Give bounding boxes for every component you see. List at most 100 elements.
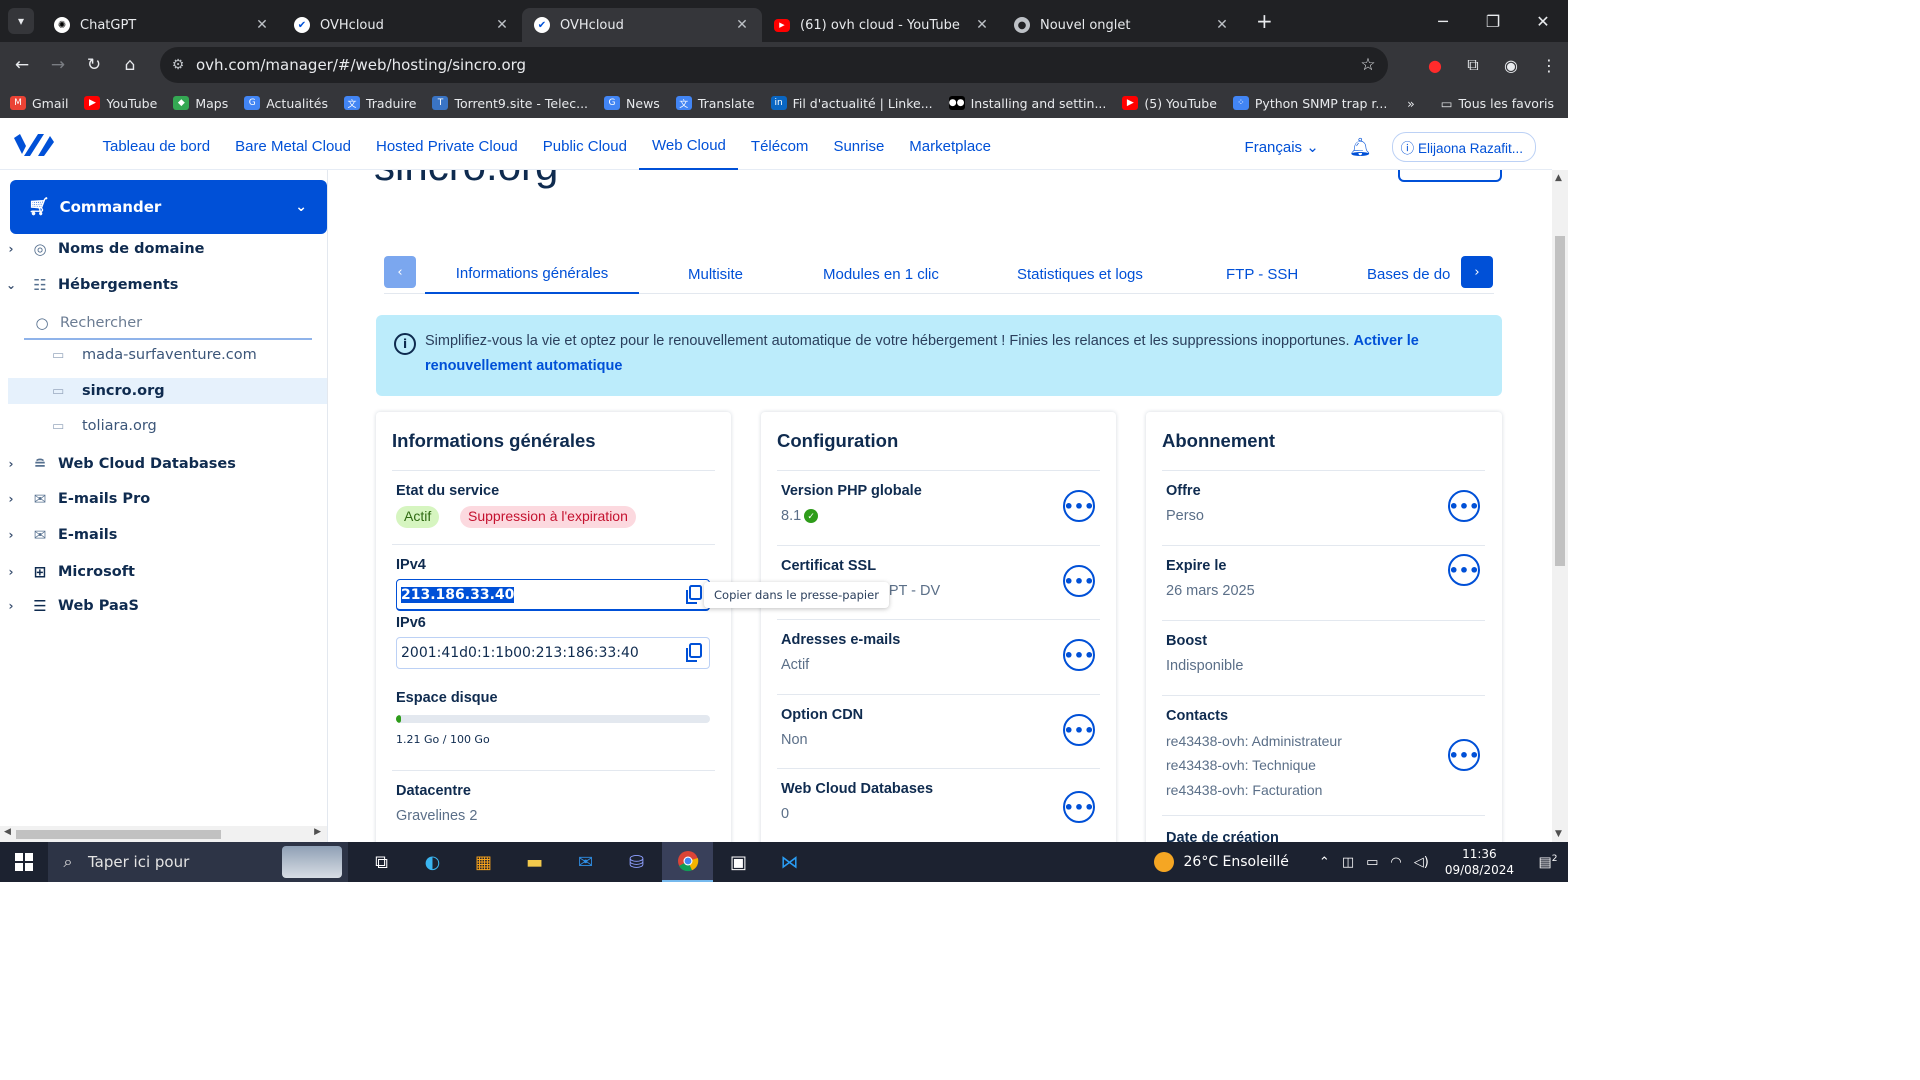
notification-center-icon[interactable]: ▤2 [1528, 854, 1568, 871]
browser-tab[interactable]: ● Nouvel onglet ✕ [1002, 8, 1242, 42]
nav-public-cloud[interactable]: Public Cloud [530, 124, 639, 170]
copy-icon[interactable] [685, 643, 703, 663]
ipv6-field[interactable]: 2001:41d0:1:1b00:213:186:33:40 [396, 637, 710, 669]
browser-tab[interactable]: ✺ ChatGPT ✕ [42, 8, 282, 42]
actions-button[interactable] [1398, 170, 1502, 182]
sidebar-subitem[interactable]: ▭ toliara.org [8, 413, 327, 439]
ssl-actions-button[interactable]: ••• [1063, 565, 1095, 597]
sidebar-item-microsoft[interactable]: › ⊞ Microsoft [0, 557, 327, 587]
home-icon[interactable]: ⌂ [112, 55, 148, 75]
new-tab-button[interactable]: + [1256, 9, 1273, 33]
camera-icon[interactable]: ◫ [1342, 855, 1354, 870]
chevron-right-icon[interactable]: » [1407, 96, 1415, 111]
bookmark[interactable]: in Fil d'actualité | Linke... [770, 96, 933, 111]
user-menu-button[interactable]: ⓘ Elijaona Razafit... [1391, 132, 1536, 162]
databases-actions-button[interactable]: ••• [1063, 791, 1095, 823]
sidebar-item-databases[interactable]: › ≘ Web Cloud Databases [0, 449, 327, 479]
sidebar-item-web-paas[interactable]: › ☰ Web PaaS [0, 591, 327, 621]
nav-marketplace[interactable]: Marketplace [897, 124, 1004, 170]
cdn-actions-button[interactable]: ••• [1063, 714, 1095, 746]
browser-tab[interactable]: ✔ OVHcloud ✕ [282, 8, 522, 42]
extension-icon[interactable]: ● [1416, 56, 1454, 75]
tab-modules[interactable]: Modules en 1 clic [823, 254, 939, 294]
file-explorer-icon[interactable]: ▬ [509, 842, 560, 882]
minimize-icon[interactable]: ─ [1418, 12, 1468, 31]
offer-actions-button[interactable]: ••• [1448, 490, 1480, 522]
bookmark[interactable]: 文 Translate [675, 96, 755, 111]
sidebar-item-emails-pro[interactable]: › ✉ E-mails Pro [0, 484, 327, 514]
nav-web-cloud[interactable]: Web Cloud [639, 124, 739, 170]
back-icon[interactable]: ← [4, 55, 40, 75]
reload-icon[interactable]: ↻ [76, 55, 112, 75]
close-window-icon[interactable]: ✕ [1518, 12, 1568, 31]
sidebar-item-emails[interactable]: › ✉ E-mails [0, 520, 327, 550]
tab-statistics-logs[interactable]: Statistiques et logs [1017, 254, 1143, 294]
bookmark[interactable]: ◆ Maps [173, 96, 228, 111]
vscode-icon[interactable]: ⋈ [764, 842, 815, 882]
browser-tab-active[interactable]: ✔ OVHcloud ✕ [522, 8, 762, 42]
tabs-scroll-right-button[interactable]: › [1461, 256, 1493, 288]
tab-ftp-ssh[interactable]: FTP - SSH [1226, 254, 1298, 294]
scrollbar-thumb[interactable] [16, 830, 221, 839]
restore-icon[interactable]: ❐ [1468, 12, 1518, 31]
tabs-scroll-left-button[interactable]: ‹ [384, 256, 416, 288]
close-icon[interactable]: ✕ [734, 17, 750, 33]
nav-telecom[interactable]: Télécom [738, 124, 821, 170]
bookmark[interactable]: ▶ (5) YouTube [1122, 96, 1217, 111]
nav-bare-metal-cloud[interactable]: Bare Metal Cloud [223, 124, 364, 170]
network-app-icon[interactable]: ⛁ [611, 842, 662, 882]
browser-tab[interactable]: ▶ (61) ovh cloud - YouTube ✕ [762, 8, 1002, 42]
bookmark[interactable]: M Gmail [10, 96, 68, 111]
copy-icon[interactable] [685, 585, 703, 605]
bookmark[interactable]: T Torrent9.site - Telec... [432, 96, 588, 111]
all-bookmarks-link[interactable]: Tous les favoris [1459, 96, 1554, 111]
tab-general-info[interactable]: Informations générales [425, 254, 639, 294]
task-view-icon[interactable]: ⧉ [356, 842, 407, 882]
php-actions-button[interactable]: ••• [1063, 490, 1095, 522]
sidebar-search-input[interactable]: ○ Rechercher [24, 308, 312, 340]
profile-avatar[interactable]: ◉ [1492, 56, 1530, 75]
emails-actions-button[interactable]: ••• [1063, 639, 1095, 671]
store-icon[interactable]: ▦ [458, 842, 509, 882]
terminal-icon[interactable]: ▣ [713, 842, 764, 882]
kebab-menu-icon[interactable]: ⋮ [1530, 56, 1568, 75]
scroll-up-icon[interactable]: ▲ [1555, 173, 1562, 183]
sidebar-subitem[interactable]: ▭ mada-surfaventure.com [8, 342, 327, 368]
volume-icon[interactable]: ◁) [1414, 855, 1429, 870]
ipv4-value[interactable]: 213.186.33.40 [401, 586, 515, 603]
close-icon[interactable]: ✕ [1214, 17, 1230, 33]
edge-icon[interactable]: ◐ [407, 842, 458, 882]
sidebar-item-domains[interactable]: › ◎ Noms de domaine [0, 234, 327, 264]
nav-dashboard[interactable]: Tableau de bord [90, 124, 223, 170]
bookmark[interactable]: ▶ YouTube [84, 96, 157, 111]
scrollbar-thumb[interactable] [1555, 236, 1565, 566]
bookmark[interactable]: G Actualités [244, 96, 328, 111]
ipv6-value[interactable]: 2001:41d0:1:1b00:213:186:33:40 [401, 645, 639, 661]
start-button[interactable] [0, 853, 48, 871]
order-button[interactable]: 🛒︎ Commander ⌄ [10, 180, 327, 234]
weather-text[interactable]: 26°C Ensoleillé [1184, 854, 1289, 870]
url-text[interactable]: ovh.com/manager/#/web/hosting/sincro.org [196, 56, 1348, 74]
ipv4-field[interactable]: 213.186.33.40 [396, 579, 710, 611]
tab-search-button[interactable]: ▾ [8, 8, 34, 34]
expiry-actions-button[interactable]: ••• [1448, 554, 1480, 586]
chrome-taskbar-icon[interactable] [662, 842, 713, 882]
wifi-icon[interactable]: ◠ [1390, 855, 1401, 870]
tab-multisite[interactable]: Multisite [688, 254, 743, 294]
language-selector[interactable]: Français ⌄ [1245, 138, 1319, 156]
contacts-actions-button[interactable]: ••• [1448, 739, 1480, 771]
clock[interactable]: 11:36 09/08/2024 [1445, 846, 1514, 878]
site-info-icon[interactable]: ⚙ [160, 57, 196, 73]
nav-sunrise[interactable]: Sunrise [821, 124, 897, 170]
scroll-right-icon[interactable]: ▶ [314, 827, 321, 837]
puzzle-icon[interactable]: ⧉ [1454, 55, 1492, 75]
close-icon[interactable]: ✕ [254, 17, 270, 33]
forward-icon[interactable]: → [40, 55, 76, 75]
scroll-down-icon[interactable]: ▼ [1555, 829, 1562, 839]
address-bar[interactable]: ⚙ ovh.com/manager/#/web/hosting/sincro.o… [160, 47, 1388, 83]
bookmark[interactable]: ●● Installing and settin... [948, 96, 1106, 111]
bookmark-star-icon[interactable]: ☆ [1348, 55, 1388, 75]
ovh-logo[interactable] [0, 132, 90, 162]
sidebar-item-hosting[interactable]: ⌄ ☷ Hébergements [0, 270, 327, 300]
sidebar-horizontal-scrollbar[interactable]: ◀ ▶ [0, 826, 327, 842]
